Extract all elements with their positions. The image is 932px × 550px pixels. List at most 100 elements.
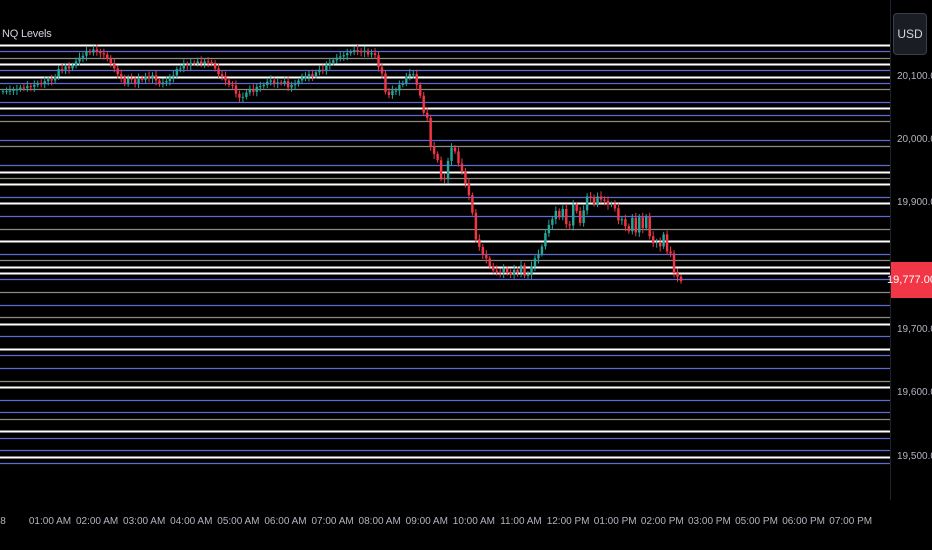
candle-body	[359, 51, 363, 53]
candle-body	[606, 200, 610, 205]
candle	[422, 91, 425, 116]
candle-body	[641, 217, 644, 229]
candle-body	[540, 246, 544, 254]
candle	[366, 48, 370, 58]
candle	[318, 65, 321, 76]
candle-body	[161, 82, 165, 85]
candle-body	[457, 151, 460, 164]
candle-body	[133, 79, 137, 83]
candle-body	[631, 217, 634, 232]
candle	[596, 192, 599, 208]
candle	[12, 86, 15, 96]
candle	[99, 48, 102, 58]
candle-body	[266, 81, 269, 85]
candle-body	[498, 271, 502, 273]
candle-body	[196, 61, 199, 64]
candle	[106, 51, 109, 62]
candle-body	[533, 258, 537, 267]
candle-body	[481, 247, 485, 255]
candle-body	[401, 83, 405, 85]
candle-body	[109, 58, 113, 64]
candle	[436, 151, 439, 163]
candle-body	[43, 81, 46, 85]
candle-body	[339, 56, 342, 58]
candle-body	[40, 83, 43, 85]
currency-button[interactable]: USD	[893, 13, 927, 55]
candle-body	[474, 212, 478, 240]
time-tick-label: 06:00 AM	[264, 516, 307, 527]
candle	[391, 85, 394, 99]
time-tick-label: 01:00 PM	[593, 516, 637, 527]
candle-body	[370, 53, 373, 55]
candle-body	[651, 236, 655, 244]
price-tick-label: 19,900.00	[897, 197, 932, 209]
candle-body	[234, 85, 238, 94]
price-axis-separator	[890, 0, 891, 500]
candle-body	[36, 83, 39, 85]
candle-body	[432, 146, 436, 154]
candlestick-chart[interactable]: NQ Levels USD 20,100.00 20,000.00 19,900.0…	[0, 0, 932, 550]
candle-body	[366, 50, 370, 55]
candle-body	[537, 254, 540, 259]
candle	[137, 73, 140, 89]
candle	[582, 205, 585, 227]
time-tick-label: 05:00 AM	[217, 516, 260, 527]
candle	[217, 63, 220, 78]
candle-body	[12, 89, 15, 91]
candle-body	[332, 60, 335, 63]
candle	[144, 72, 147, 83]
candle	[485, 250, 488, 264]
candle	[53, 74, 57, 83]
candle-body	[530, 266, 533, 275]
candle-body	[394, 90, 398, 92]
candle	[446, 157, 450, 184]
candle-body	[46, 79, 50, 82]
chart-canvas[interactable]	[0, 0, 932, 550]
time-tick-label: 8	[0, 516, 6, 527]
candle-body	[314, 72, 318, 77]
candle-body	[592, 197, 596, 204]
candle-body	[419, 84, 422, 96]
candle-body	[119, 74, 123, 78]
candle-body	[634, 217, 638, 233]
candle-body	[582, 210, 585, 223]
candle-body	[304, 77, 307, 79]
price-tick-label: 20,100.00	[897, 70, 932, 82]
candle	[651, 231, 655, 248]
candle	[638, 214, 641, 237]
candle-body	[380, 67, 384, 74]
candle-body	[231, 84, 234, 86]
candle	[186, 61, 189, 70]
candle-body	[126, 78, 130, 84]
candle-body	[102, 53, 106, 55]
candle-body	[620, 219, 624, 221]
candle	[627, 223, 631, 234]
candle-body	[352, 50, 356, 52]
candle-body	[617, 208, 620, 221]
candle	[140, 75, 144, 83]
time-tick-label: 07:00 AM	[311, 516, 354, 527]
candle	[293, 79, 297, 90]
candle	[5, 87, 8, 95]
time-tick-label: 03:00 AM	[123, 516, 166, 527]
candle-body	[495, 270, 498, 272]
candle	[544, 229, 547, 250]
candle-body	[26, 86, 29, 89]
indicator-legend-label[interactable]: NQ Levels	[2, 28, 52, 40]
candle-body	[387, 91, 391, 96]
candle-body	[436, 153, 439, 161]
candle-body	[276, 82, 279, 84]
candle-body	[78, 57, 81, 62]
candle-body	[99, 51, 102, 54]
candle-body	[405, 76, 408, 83]
candle-body	[516, 269, 519, 273]
candle-body	[328, 62, 332, 65]
candle-body	[106, 54, 109, 59]
candle-body	[526, 274, 530, 276]
candle	[272, 77, 276, 88]
candle-body	[1, 91, 5, 93]
candle	[227, 77, 231, 88]
candle-body	[168, 77, 172, 82]
candle-body	[248, 89, 252, 93]
candle	[502, 264, 505, 279]
